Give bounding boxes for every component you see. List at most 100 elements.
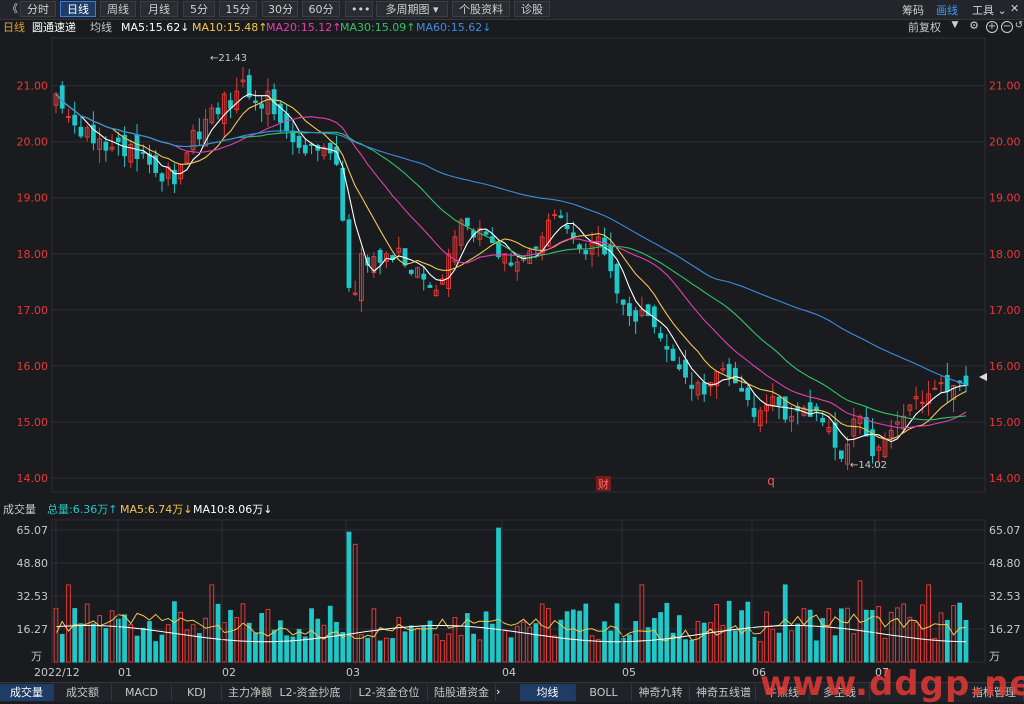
price-tick-right: 20.00 xyxy=(989,136,1021,149)
volume-bar xyxy=(577,610,582,663)
volume-bar xyxy=(508,637,514,663)
volume-bar xyxy=(595,638,601,663)
overlay-tab-0[interactable]: 均线 xyxy=(520,684,576,701)
volume-bar xyxy=(882,637,888,663)
candle-body xyxy=(564,224,570,230)
candle-body xyxy=(78,126,84,137)
volume-unit-left: 万 xyxy=(31,650,42,663)
volume-bar xyxy=(352,543,358,663)
volume-bar xyxy=(533,623,539,663)
volume-bar xyxy=(645,627,651,663)
volume-bar xyxy=(814,640,819,663)
indicator-tab-0[interactable]: 成交量 xyxy=(0,684,54,701)
volume-bar xyxy=(776,632,782,663)
candle-body xyxy=(658,333,663,339)
volume-bar xyxy=(134,635,140,663)
kline-chart[interactable]: 21.00 21.00 20.00 20.00 19.00 19.00 18.00 18.00… xyxy=(0,0,1024,682)
volume-bar xyxy=(402,631,408,663)
main-frame xyxy=(51,37,986,493)
volume-bar xyxy=(253,632,258,663)
volume-bar xyxy=(770,628,776,663)
volume-bar xyxy=(427,620,433,663)
candle-body xyxy=(614,263,620,294)
price-tick-left: 20.00 xyxy=(17,136,49,149)
overlay-tab-2[interactable]: 神奇九转 xyxy=(632,684,690,701)
chevron-right-icon[interactable]: › xyxy=(496,685,500,698)
volume-bar xyxy=(920,604,925,663)
volume-bar xyxy=(757,641,763,663)
volume-bar xyxy=(59,633,65,663)
candle-body xyxy=(215,107,221,115)
volume-tick-right: 65.07 xyxy=(989,524,1021,537)
indicator-tab-1[interactable]: 成交额 xyxy=(54,684,112,701)
volume-bar xyxy=(159,634,165,663)
volume-bar xyxy=(477,639,483,663)
time-tick: 2022/12 xyxy=(34,666,80,679)
volume-bar xyxy=(215,603,221,663)
volume-bar xyxy=(415,627,420,663)
volume-bar xyxy=(309,608,314,663)
candle-body xyxy=(664,346,670,350)
volume-bar xyxy=(140,627,146,663)
indicator-tab-7[interactable]: 陆股通资金 xyxy=(428,684,496,701)
volume-bar xyxy=(390,638,395,663)
volume-bar xyxy=(838,608,844,663)
volume-bar xyxy=(627,634,632,663)
candle-body xyxy=(103,141,109,151)
volume-bar xyxy=(801,608,807,663)
volume-bar xyxy=(440,640,445,663)
indicator-tab-3[interactable]: KDJ xyxy=(172,684,222,701)
candle-body xyxy=(533,246,539,249)
volume-bar xyxy=(863,609,869,663)
candle-body xyxy=(776,396,782,406)
volume-bar xyxy=(764,611,769,663)
volume-bar xyxy=(745,601,751,663)
volume-bar xyxy=(664,602,670,663)
volume-bar xyxy=(539,603,545,663)
indicator-tab-2[interactable]: MACD xyxy=(112,684,172,701)
volume-bar xyxy=(383,637,389,663)
candle-body xyxy=(72,114,78,126)
indicator-tab-4[interactable]: 主力净额 xyxy=(222,684,272,701)
indicator-tab-5[interactable]: L2-资金抄底 xyxy=(270,684,351,701)
volume-bar xyxy=(552,635,557,663)
candle-body xyxy=(259,103,265,109)
volume-bar xyxy=(789,630,794,663)
candle-body xyxy=(140,151,146,154)
volume-bar xyxy=(733,630,738,663)
volume-bar xyxy=(913,621,919,663)
price-tick-right: 15.00 xyxy=(989,416,1021,429)
volume-bar xyxy=(907,616,913,663)
volume-bar xyxy=(296,628,302,663)
overlay-tab-3[interactable]: 神奇五线谱 xyxy=(690,684,756,701)
volume-bar xyxy=(527,626,533,663)
candle-body xyxy=(253,100,258,103)
volume-bar xyxy=(284,635,289,663)
volume-bar xyxy=(932,637,938,663)
volume-bar xyxy=(377,640,383,663)
candle-body xyxy=(408,269,414,274)
candle-body xyxy=(159,173,165,182)
volume-bar xyxy=(546,608,551,663)
volume-bar xyxy=(782,584,788,663)
indicator-tab-6[interactable]: L2-资金仓位 xyxy=(351,684,428,701)
candle-body xyxy=(620,299,626,305)
volume-frame xyxy=(51,519,986,663)
candle-body xyxy=(465,217,470,227)
overlay-tab-1[interactable]: BOLL xyxy=(576,684,632,701)
volume-bar xyxy=(471,633,476,663)
candle-body xyxy=(932,387,938,390)
time-tick: 01 xyxy=(118,666,132,679)
volume-bar xyxy=(165,624,171,663)
volume-bar xyxy=(901,603,907,663)
price-tick-left: 15.00 xyxy=(17,416,49,429)
candle-body xyxy=(633,310,639,322)
candle-body xyxy=(751,407,757,417)
candle-body xyxy=(570,232,576,238)
volume-bar xyxy=(271,629,277,663)
candle-body xyxy=(327,142,333,154)
volume-bar xyxy=(751,636,757,663)
volume-bar xyxy=(240,603,246,663)
watermark-text: www.ddgp.net xyxy=(760,664,1024,704)
volume-bar xyxy=(203,617,208,663)
